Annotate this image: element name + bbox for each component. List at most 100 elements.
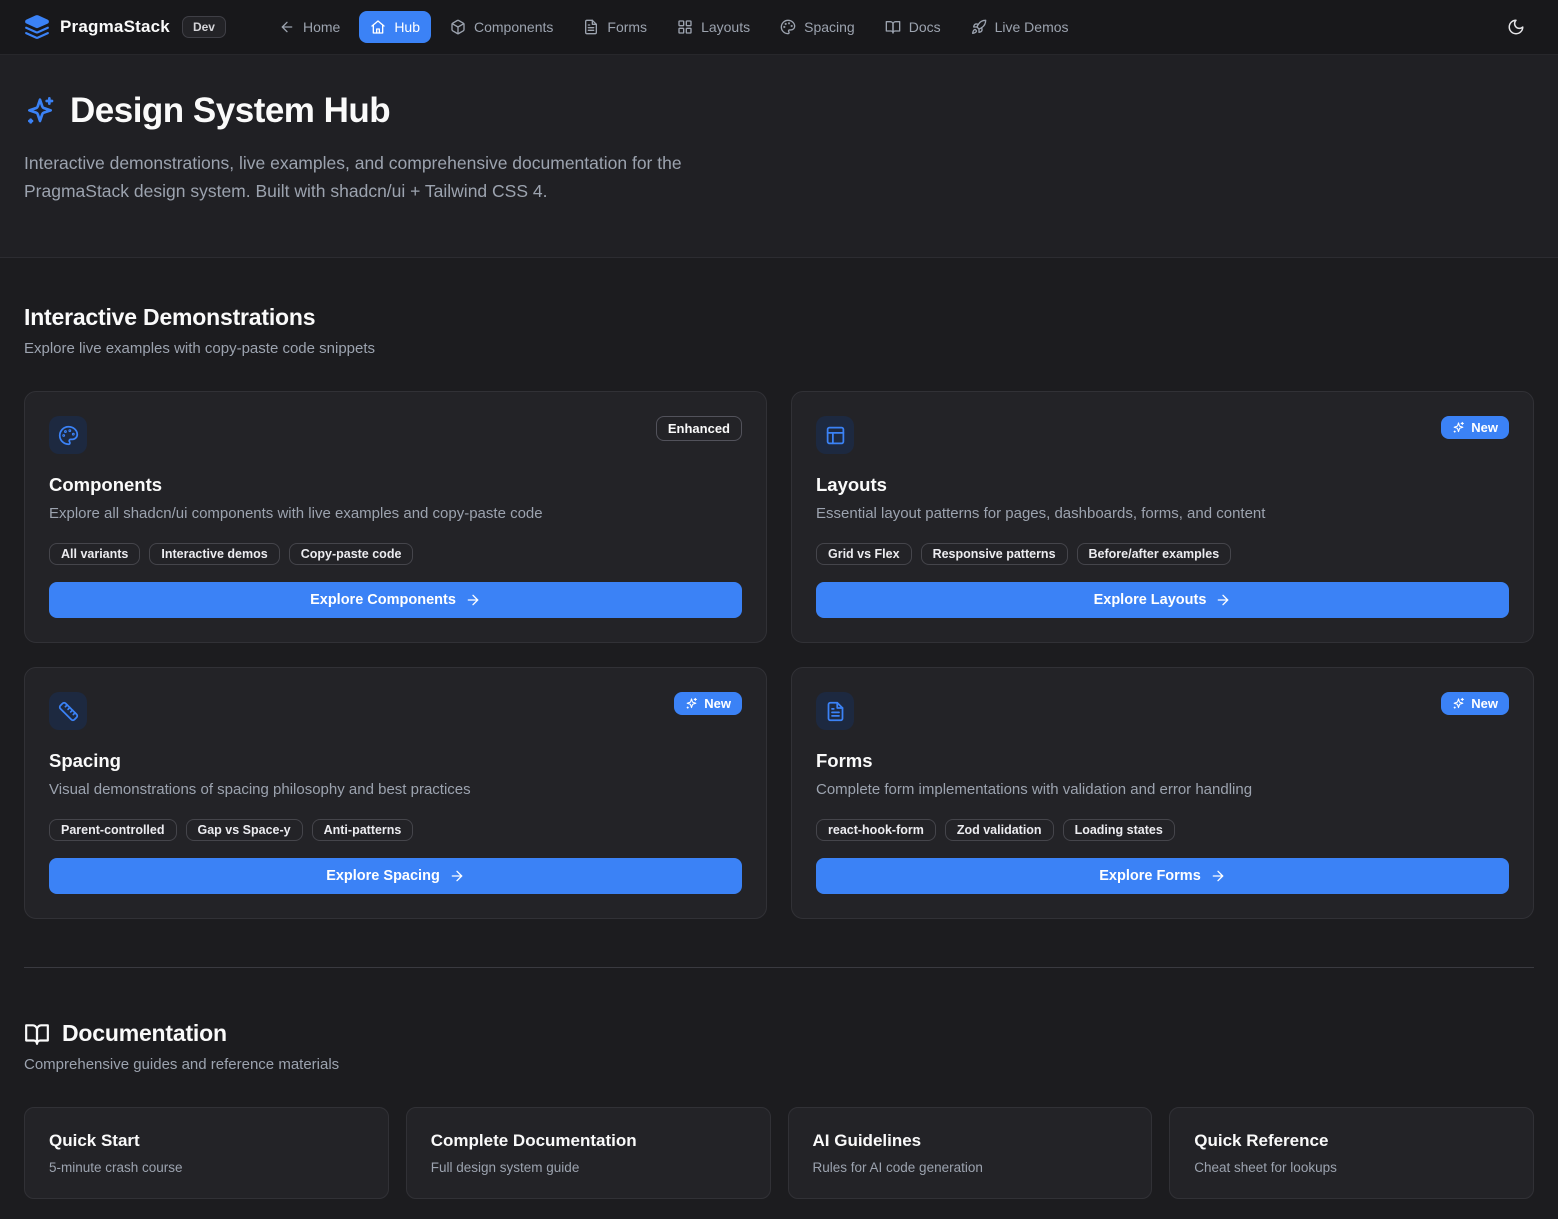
tag-row: Grid vs Flex Responsive patterns Before/…: [816, 543, 1509, 565]
tag: react-hook-form: [816, 819, 936, 841]
tag: Loading states: [1063, 819, 1175, 841]
brand[interactable]: PragmaStack: [24, 14, 170, 40]
button-label: Explore Spacing: [326, 868, 440, 884]
card-description: Essential layout patterns for pages, das…: [816, 505, 1509, 522]
brand-name: PragmaStack: [60, 17, 170, 37]
tag: Parent-controlled: [49, 819, 177, 841]
new-badge: New: [1441, 692, 1509, 715]
doc-card-title: Quick Reference: [1194, 1131, 1509, 1151]
explore-forms-button[interactable]: Explore Forms: [816, 858, 1509, 894]
nav-item-label: Layouts: [701, 19, 750, 35]
tag: All variants: [49, 543, 140, 565]
doc-card-description: Rules for AI code generation: [813, 1160, 1128, 1175]
demo-card-spacing: New Spacing Visual demonstrations of spa…: [24, 667, 767, 919]
tag: Responsive patterns: [921, 543, 1068, 565]
demos-section: Interactive Demonstrations Explore live …: [24, 258, 1534, 919]
badge-label: New: [704, 696, 731, 711]
demos-heading: Interactive Demonstrations: [24, 304, 1534, 331]
doc-card-description: Full design system guide: [431, 1160, 746, 1175]
tag: Gap vs Space-y: [186, 819, 303, 841]
arrow-right-icon: [449, 868, 465, 884]
top-navbar: PragmaStack Dev Home Hub Components Form…: [0, 0, 1558, 55]
tag: Before/after examples: [1077, 543, 1232, 565]
badge-label: New: [1471, 696, 1498, 711]
book-open-icon: [24, 1021, 50, 1047]
card-description: Visual demonstrations of spacing philoso…: [49, 781, 742, 798]
button-label: Explore Layouts: [1094, 592, 1207, 608]
nav-item-label: Live Demos: [995, 19, 1069, 35]
doc-card-description: Cheat sheet for lookups: [1194, 1160, 1509, 1175]
tag-row: All variants Interactive demos Copy-past…: [49, 543, 742, 565]
tag-row: Parent-controlled Gap vs Space-y Anti-pa…: [49, 819, 742, 841]
doc-card-description: 5-minute crash course: [49, 1160, 364, 1175]
demo-card-components: Enhanced Components Explore all shadcn/u…: [24, 391, 767, 643]
file-text-icon: [583, 19, 599, 35]
docs-heading: Documentation: [62, 1020, 227, 1047]
docs-section: Documentation Comprehensive guides and r…: [24, 968, 1534, 1199]
nav-item-label: Hub: [394, 19, 420, 35]
explore-spacing-button[interactable]: Explore Spacing: [49, 858, 742, 894]
tag: Zod validation: [945, 819, 1054, 841]
nav-item-layouts[interactable]: Layouts: [666, 11, 761, 43]
nav-item-live-demos[interactable]: Live Demos: [960, 11, 1080, 43]
sparkles-icon: [1452, 421, 1465, 434]
demo-card-forms: New Forms Complete form implementations …: [791, 667, 1534, 919]
sparkles-icon: [685, 697, 698, 710]
card-title: Spacing: [49, 750, 742, 772]
tag: Anti-patterns: [312, 819, 414, 841]
arrow-left-icon: [279, 19, 295, 35]
card-description: Complete form implementations with valid…: [816, 781, 1509, 798]
card-title: Forms: [816, 750, 1509, 772]
new-badge: New: [1441, 416, 1509, 439]
sparkles-icon: [24, 95, 56, 127]
nav-item-label: Forms: [607, 19, 647, 35]
page-title: Design System Hub: [70, 91, 390, 131]
nav-item-hub[interactable]: Hub: [359, 11, 431, 43]
nav-item-components[interactable]: Components: [439, 11, 564, 43]
arrow-right-icon: [465, 592, 481, 608]
badge-label: New: [1471, 420, 1498, 435]
doc-card-grid: Quick Start 5-minute crash course Comple…: [24, 1107, 1534, 1199]
demos-subheading: Explore live examples with copy-paste co…: [24, 340, 1534, 357]
card-title: Components: [49, 474, 742, 496]
card-description: Explore all shadcn/ui components with li…: [49, 505, 742, 522]
layout-grid-icon: [677, 19, 693, 35]
palette-icon: [49, 416, 87, 454]
panel-top-icon: [816, 416, 854, 454]
demo-card-grid: Enhanced Components Explore all shadcn/u…: [24, 391, 1534, 919]
file-text-icon: [816, 692, 854, 730]
nav-item-spacing[interactable]: Spacing: [769, 11, 866, 43]
doc-card-title: Quick Start: [49, 1131, 364, 1151]
arrow-right-icon: [1210, 868, 1226, 884]
doc-card-ai-guidelines[interactable]: AI Guidelines Rules for AI code generati…: [788, 1107, 1153, 1199]
tag-row: react-hook-form Zod validation Loading s…: [816, 819, 1509, 841]
explore-components-button[interactable]: Explore Components: [49, 582, 742, 618]
page-subtitle: Interactive demonstrations, live example…: [24, 149, 769, 205]
theme-toggle-button[interactable]: [1498, 9, 1534, 45]
sparkles-icon: [1452, 697, 1465, 710]
arrow-right-icon: [1215, 592, 1231, 608]
palette-icon: [780, 19, 796, 35]
card-title: Layouts: [816, 474, 1509, 496]
package-icon: [450, 19, 466, 35]
doc-card-quick-reference[interactable]: Quick Reference Cheat sheet for lookups: [1169, 1107, 1534, 1199]
demo-card-layouts: New Layouts Essential layout patterns fo…: [791, 391, 1534, 643]
nav-item-label: Components: [474, 19, 553, 35]
layers-logo-icon: [24, 14, 50, 40]
rocket-icon: [971, 19, 987, 35]
nav-item-docs[interactable]: Docs: [874, 11, 952, 43]
doc-card-complete-documentation[interactable]: Complete Documentation Full design syste…: [406, 1107, 771, 1199]
explore-layouts-button[interactable]: Explore Layouts: [816, 582, 1509, 618]
ruler-icon: [49, 692, 87, 730]
button-label: Explore Components: [310, 592, 456, 608]
nav-item-label: Spacing: [804, 19, 855, 35]
env-badge: Dev: [182, 16, 226, 38]
nav-item-home[interactable]: Home: [268, 11, 351, 43]
nav-item-label: Docs: [909, 19, 941, 35]
doc-card-title: Complete Documentation: [431, 1131, 746, 1151]
doc-card-title: AI Guidelines: [813, 1131, 1128, 1151]
status-badge: Enhanced: [656, 416, 742, 441]
doc-card-quick-start[interactable]: Quick Start 5-minute crash course: [24, 1107, 389, 1199]
button-label: Explore Forms: [1099, 868, 1201, 884]
nav-item-forms[interactable]: Forms: [572, 11, 658, 43]
